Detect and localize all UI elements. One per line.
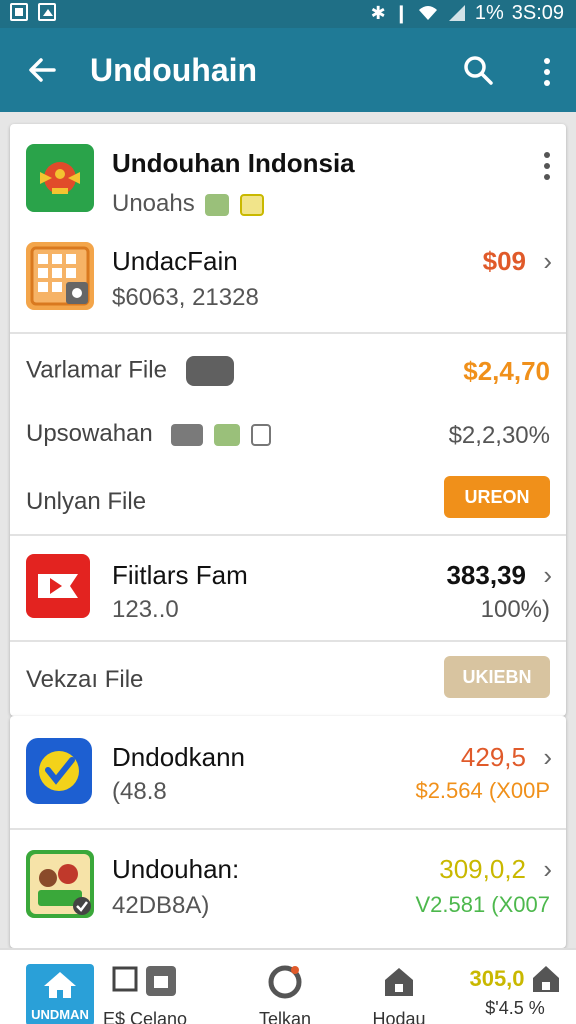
- item-secondary-value: V2.581 (X007: [415, 892, 550, 917]
- app-bar: Undouhain: [0, 28, 576, 112]
- chevron-right-icon[interactable]: ›: [543, 854, 552, 885]
- list-item[interactable]: Undouhan: 42DB8A) 309,0,2 › V2.581 (X007: [10, 830, 566, 948]
- item-title: Undouhan Indonsia: [112, 148, 355, 178]
- item-title: Undouhan:: [112, 854, 240, 884]
- download-card: Undouhan Indonsia Unoahs UndacFain $6063…: [10, 124, 566, 716]
- arrow-left-icon: [29, 58, 56, 82]
- home-icon: [44, 972, 76, 998]
- nav-balance-value: 305,0: [469, 966, 525, 991]
- item-subtitle: Unoahs: [112, 190, 265, 218]
- list-item[interactable]: Unlyan File UREON: [10, 466, 566, 534]
- item-label: Varlamar File: [26, 356, 234, 386]
- nav-celano[interactable]: E$ Celano: [100, 964, 190, 1024]
- item-label: Vekzaı File: [26, 666, 144, 693]
- overflow-menu-button[interactable]: [532, 50, 562, 90]
- wifi-icon: [418, 6, 437, 20]
- item-label: Upsowahan: [26, 420, 271, 448]
- nav-hodau[interactable]: Hodau: [354, 964, 444, 1024]
- list-item[interactable]: Vekzaı File UKIEBN: [10, 642, 566, 712]
- search-icon: [464, 56, 493, 85]
- item-title: Fiitlars Fam: [112, 560, 248, 590]
- item-menu-button[interactable]: [544, 144, 550, 180]
- item-value: $2,2,30%: [448, 422, 550, 449]
- chevron-right-icon[interactable]: ›: [543, 560, 552, 591]
- list-item[interactable]: UndacFain $6063, 21328 $09 ›: [10, 224, 566, 332]
- signal-icon: [448, 5, 465, 21]
- back-button[interactable]: [22, 50, 62, 90]
- item-value: 383,39: [446, 560, 526, 590]
- storage-icon: [185, 356, 234, 386]
- item-value: $09: [482, 246, 526, 276]
- status-bar: ✱ ❙ 1% 3S:09: [0, 0, 576, 28]
- bottom-navigation: UNDMAN E$ Celano Telkan Hodau 305,0 $'4.…: [0, 948, 576, 1024]
- app-icon-garuda: [26, 144, 94, 212]
- app-icon-red: [26, 554, 90, 618]
- nav-home[interactable]: UNDMAN: [26, 964, 94, 1024]
- chevron-right-icon[interactable]: ›: [543, 246, 552, 277]
- page-title: Undouhain: [90, 52, 258, 88]
- download-button[interactable]: UREON: [444, 476, 550, 518]
- app-icon-people: [26, 850, 94, 918]
- download-button[interactable]: UKIEBN: [444, 656, 550, 698]
- app-icon-blue: [26, 738, 92, 804]
- item-secondary-value: $2.564 (X00P: [415, 778, 550, 803]
- item-label: Unlyan File: [26, 488, 147, 515]
- nav-telkan[interactable]: Telkan: [240, 964, 330, 1024]
- lock-icon: [250, 423, 271, 446]
- search-button[interactable]: [458, 50, 498, 90]
- item-value: 309,0,2: [439, 854, 526, 884]
- more-vert-icon: [544, 58, 550, 64]
- item-value: $2,4,70: [463, 356, 550, 386]
- list-item[interactable]: Upsowahan $2,2,30%: [10, 400, 566, 466]
- tools-icon: [171, 423, 204, 446]
- item-subtitle: 123..0: [112, 596, 179, 623]
- battery-level: 1%: [474, 1, 504, 24]
- list-item[interactable]: Undouhan Indonsia Unoahs: [10, 124, 566, 224]
- mail-icon: [214, 423, 241, 446]
- item-subtitle: 42DB8A): [112, 892, 210, 919]
- item-title: UndacFain: [112, 246, 238, 276]
- archive-icon: [240, 193, 265, 216]
- bluetooth-icon: ✱: [370, 3, 386, 23]
- notification-icon: [10, 3, 28, 21]
- download-card: Dndodkann (48.8 429,5 › $2.564 (X00P Und…: [10, 716, 566, 948]
- item-value: 429,5: [460, 742, 526, 772]
- more-vert-icon: [544, 152, 550, 158]
- home-outline-icon: [385, 968, 413, 996]
- tag-icon: [112, 966, 176, 996]
- list-item[interactable]: Dndodkann (48.8 429,5 › $2.564 (X00P: [10, 716, 566, 828]
- home-icon: [532, 966, 559, 992]
- item-subtitle: $6063, 21328: [112, 284, 259, 311]
- clock: 3S:09: [511, 1, 564, 24]
- item-subtitle: (48.8: [112, 778, 167, 805]
- item-title: Dndodkann: [112, 742, 245, 772]
- item-secondary-value: 100%): [480, 596, 550, 623]
- list-item[interactable]: Fiitlars Fam 123..0 383,39 › 100%): [10, 536, 566, 640]
- list-item[interactable]: Varlamar File $2,4,70: [10, 334, 566, 400]
- vibrate-icon: ❙: [393, 3, 409, 23]
- gallery-notification-icon: [38, 3, 56, 21]
- chevron-right-icon[interactable]: ›: [543, 742, 552, 773]
- nav-balance[interactable]: 305,0 $'4.5 %: [460, 964, 570, 1019]
- file-grid-icon: [26, 242, 94, 310]
- check-icon: [205, 193, 230, 216]
- circle-icon: [268, 965, 302, 999]
